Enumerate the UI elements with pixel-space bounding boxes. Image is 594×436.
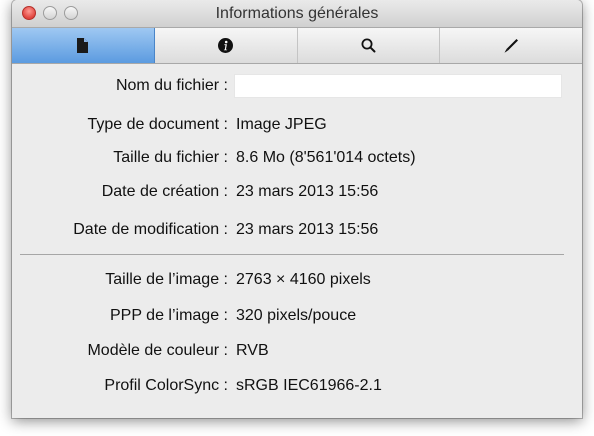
filename-field[interactable]	[234, 74, 562, 98]
info-icon	[218, 38, 234, 53]
filesize-row: Taille du fichier : 8.6 Mo (8'561'014 oc…	[12, 149, 582, 171]
tab-annotate[interactable]	[440, 28, 582, 63]
colormodel-row: Modèle de couleur : RVB	[12, 342, 582, 364]
colorsync-value: sRGB IEC61966-2.1	[236, 377, 382, 394]
inspector-tabs	[12, 28, 582, 64]
modified-value: 23 mars 2013 15:56	[236, 221, 379, 238]
imagesize-row: Taille de l’image : 2763 × 4160 pixels	[12, 271, 582, 293]
dpi-label: PPP de l’image :	[110, 307, 228, 324]
created-row: Date de création : 23 mars 2013 15:56	[12, 183, 582, 205]
doctype-row: Type de document : Image JPEG	[12, 116, 582, 138]
document-icon	[76, 38, 89, 53]
window-title: Informations générales	[215, 5, 379, 22]
doctype-label: Type de document :	[87, 116, 228, 133]
tab-more-info[interactable]	[155, 28, 298, 63]
doctype-value: Image JPEG	[236, 116, 327, 133]
tab-search[interactable]	[298, 28, 441, 63]
imagesize-label: Taille de l’image :	[105, 271, 228, 288]
info-window: Informations générales Nom du fichier: …	[12, 0, 582, 418]
dpi-row: PPP de l’image : 320 pixels/pouce	[12, 307, 582, 329]
filesize-value: 8.6 Mo (8'561'014 octets)	[236, 149, 416, 166]
dpi-value: 320 pixels/pouce	[236, 307, 357, 324]
imagesize-value: 2763 × 4160 pixels	[236, 271, 371, 288]
colorsync-label: Profil ColorSync :	[104, 377, 228, 394]
search-icon	[361, 38, 376, 53]
filename-label: Nom du fichier :	[115, 77, 228, 94]
tab-general[interactable]	[12, 28, 155, 63]
filesize-label: Taille du fichier :	[113, 149, 228, 166]
modified-label: Date de modification :	[73, 221, 228, 238]
colormodel-label: Modèle de couleur :	[87, 342, 228, 359]
colormodel-value: RVB	[236, 342, 269, 359]
section-divider	[20, 254, 564, 255]
modified-row: Date de modification : 23 mars 2013 15:5…	[12, 221, 582, 243]
title-bar[interactable]: Informations générales	[12, 0, 582, 28]
created-value: 23 mars 2013 15:56	[236, 183, 379, 200]
pen-icon	[503, 38, 519, 54]
colorsync-row: Profil ColorSync : sRGB IEC61966-2.1	[12, 377, 582, 399]
created-label: Date de création :	[101, 183, 228, 200]
info-panel: Nom du fichier : Type de document : Imag…	[12, 64, 582, 418]
